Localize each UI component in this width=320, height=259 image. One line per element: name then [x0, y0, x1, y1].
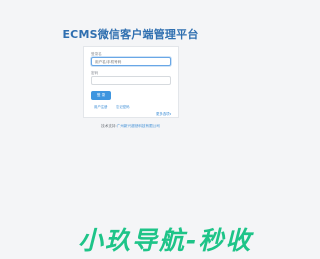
forgot-password-link[interactable]: 忘记密码: [116, 104, 130, 109]
login-card: 登录名 密码 登 录 用户注册 忘记密码 更多选项▾: [83, 46, 179, 118]
footer-prefix: 技术支持:: [101, 124, 117, 128]
caret-down-icon: ▾: [169, 112, 172, 116]
footer-company-link[interactable]: 广州新兴超然科技有限公司: [117, 124, 160, 128]
watermark-text: 小玖导航-秒收: [78, 226, 253, 255]
password-input[interactable]: [91, 76, 171, 85]
page-title: ECMS微信客户端管理平台: [62, 28, 199, 41]
more-options-link[interactable]: 更多选项▾: [156, 111, 171, 116]
footer: 技术支持:广州新兴超然科技有限公司: [0, 124, 261, 129]
login-button[interactable]: 登 录: [91, 91, 111, 100]
register-link[interactable]: 用户注册: [94, 104, 108, 109]
username-input[interactable]: [91, 57, 171, 66]
more-options-label: 更多选项: [156, 112, 170, 116]
